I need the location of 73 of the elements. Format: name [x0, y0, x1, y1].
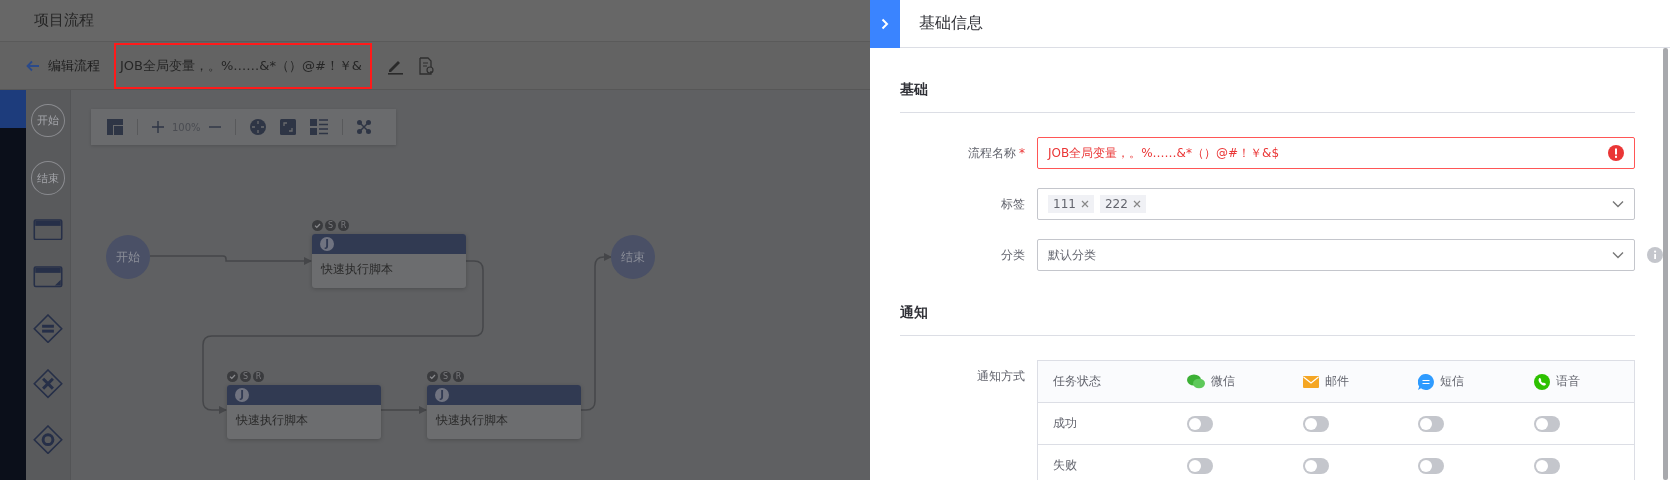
status-label: 成功 — [1053, 415, 1077, 432]
toggle-switch[interactable] — [1418, 415, 1444, 432]
start-node: 开始 — [106, 235, 150, 279]
task-node-label: 快速执行脚本 — [235, 412, 309, 429]
section-title: 基础 — [900, 74, 1635, 113]
remove-tag-icon[interactable] — [1080, 200, 1089, 208]
page-title: 项目流程 — [34, 11, 94, 30]
document-icon[interactable] — [418, 56, 434, 75]
task-tool-icon[interactable] — [33, 218, 63, 241]
scatter-nodes-icon[interactable] — [356, 120, 371, 134]
info-icon[interactable] — [1647, 247, 1663, 263]
column-header: 微信 — [1211, 373, 1235, 390]
chat-bubbles-icon — [1187, 374, 1205, 389]
check-badge-icon — [312, 220, 323, 231]
field-label: 标签 — [1000, 195, 1025, 213]
tag-select-field[interactable]: 111 222 — [1037, 188, 1635, 220]
message-bubble-icon — [1418, 373, 1434, 390]
check-badge-icon — [427, 371, 438, 382]
toggle-switch[interactable] — [1533, 415, 1560, 432]
minimap-icon[interactable] — [107, 119, 123, 135]
column-header: 短信 — [1440, 373, 1464, 390]
task-node[interactable]: J 快速执行脚本 — [227, 385, 381, 439]
field-label: 分类 — [1000, 246, 1025, 264]
toggle-switch[interactable] — [1302, 457, 1329, 474]
layout-list-icon[interactable] — [309, 119, 328, 135]
job-type-badge: J — [435, 388, 449, 402]
back-button[interactable]: 编辑流程 — [26, 56, 100, 75]
category-select-field[interactable]: 默认分类 — [1037, 239, 1635, 271]
chevron-down-icon — [1612, 251, 1624, 259]
chevron-down-icon — [1612, 200, 1624, 208]
check-badge-icon — [227, 371, 238, 382]
required-asterisk: * — [1019, 145, 1025, 160]
panel-title: 基础信息 — [919, 13, 983, 34]
job-type-badge: J — [320, 237, 334, 251]
toggle-switch[interactable] — [1533, 457, 1560, 474]
tag-chip: 111 — [1048, 195, 1094, 213]
task-node[interactable]: J 快速执行脚本 — [427, 385, 581, 439]
status-badge: S — [240, 371, 251, 382]
zoom-in-icon[interactable] — [152, 121, 164, 133]
task-node[interactable]: J 快速执行脚本 — [312, 234, 466, 288]
column-header: 任务状态 — [1053, 373, 1101, 390]
section-title: 通知 — [900, 297, 1635, 336]
status-badge: S — [325, 220, 336, 231]
field-label: 通知方式 — [976, 368, 1025, 385]
tag-chip: 222 — [1099, 195, 1146, 213]
envelope-icon — [1302, 375, 1319, 388]
task-node-label: 快速执行脚本 — [320, 261, 394, 278]
field-label: 流程名称 * — [967, 144, 1025, 162]
back-arrow-icon — [26, 59, 40, 72]
job-type-badge: J — [235, 388, 249, 402]
status-badge: S — [440, 371, 451, 382]
flow-name: JOB全局变量，。%……&*（）@#！￥& — [114, 42, 372, 89]
exclusive-gateway-icon[interactable] — [33, 369, 63, 399]
task-node-label: 快速执行脚本 — [435, 412, 509, 429]
column-header: 邮件 — [1324, 373, 1349, 390]
collapse-panel-button[interactable] — [870, 0, 900, 48]
toggle-switch[interactable] — [1302, 415, 1329, 432]
chevron-right-icon — [880, 17, 890, 30]
subflow-tool-icon[interactable] — [33, 266, 63, 288]
column-header: 语音 — [1555, 373, 1580, 390]
end-node: 结束 — [611, 235, 655, 279]
toggle-switch[interactable] — [1187, 457, 1213, 474]
crosshair-icon[interactable] — [249, 119, 266, 135]
fit-screen-icon[interactable] — [279, 119, 296, 135]
status-label: 失败 — [1053, 457, 1077, 474]
parallel-gateway-icon[interactable] — [33, 313, 63, 344]
toggle-switch[interactable] — [1418, 457, 1444, 474]
inclusive-gateway-icon[interactable] — [33, 424, 63, 454]
error-icon — [1608, 145, 1624, 161]
phone-icon — [1533, 373, 1550, 390]
toggle-switch[interactable] — [1187, 415, 1213, 432]
name-input-field[interactable]: JOB全局变量，。%……&*（）@#！￥&$ — [1037, 137, 1635, 169]
remove-tag-icon[interactable] — [1132, 200, 1141, 208]
